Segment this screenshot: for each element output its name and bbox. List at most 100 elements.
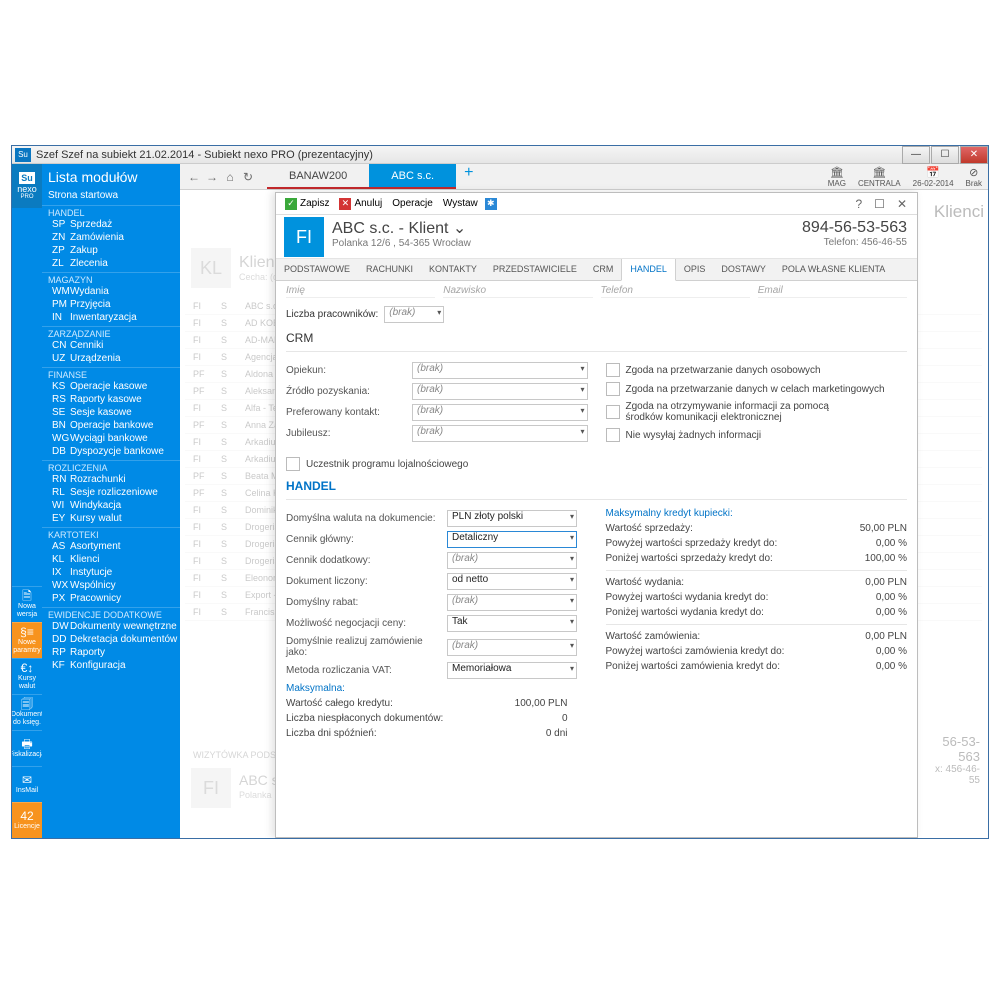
- sidebar-item[interactable]: KSOperacje kasowe: [42, 380, 180, 393]
- sidebar-section: EWIDENCJE DODATKOWE: [42, 607, 180, 620]
- handel-select[interactable]: (brak): [447, 594, 577, 611]
- sidebar-item[interactable]: ASAsortyment: [42, 540, 180, 553]
- header-status-mag[interactable]: 🏛MAG: [828, 166, 846, 188]
- sidebar-item[interactable]: WIWindykacja: [42, 499, 180, 512]
- editor-tab-crm[interactable]: CRM: [585, 259, 622, 280]
- cancel-button[interactable]: ✕Anuluj: [336, 198, 385, 210]
- close-button[interactable]: ✕: [960, 146, 988, 164]
- first-name-input[interactable]: Imię: [286, 284, 435, 298]
- editor-tab-rachunki[interactable]: RACHUNKI: [358, 259, 421, 280]
- maximize-icon[interactable]: ☐: [870, 197, 889, 211]
- sidebar-item[interactable]: KFKonfiguracja: [42, 659, 180, 672]
- tab-banaw[interactable]: BANAW200: [267, 164, 369, 189]
- sidebar-item[interactable]: WMWydania: [42, 285, 180, 298]
- sidebar-item[interactable]: RLSesje rozliczeniowe: [42, 486, 180, 499]
- editor-panel: ✓Zapisz ✕Anuluj Operacje Wystaw ✱ ? ☐ ✕ …: [275, 192, 918, 838]
- sidebar-item[interactable]: RPRaporty: [42, 646, 180, 659]
- main-area: ← → ⌂ ↻ BANAW200 ABC s.c. + 🏛MAG 🏛CENTRAL…: [180, 164, 988, 838]
- sidebar-item[interactable]: IXInstytucje: [42, 566, 180, 579]
- nav-back[interactable]: ←: [185, 170, 203, 184]
- app-window: Su Szef Szef na subiekt 21.02.2014 - Sub…: [11, 145, 989, 839]
- rail-item[interactable]: 🗎Nowawersja: [12, 586, 42, 622]
- nav-forward[interactable]: →: [203, 170, 221, 184]
- nav-home[interactable]: ⌂: [221, 170, 239, 184]
- sidebar-item[interactable]: UZUrządzenia: [42, 352, 180, 365]
- sidebar-section: HANDEL: [42, 205, 180, 218]
- editor-tab-pola własne klienta[interactable]: POLA WŁASNE KLIENTA: [774, 259, 893, 280]
- sidebar-title: Lista modułów: [42, 166, 180, 188]
- sidebar-item[interactable]: RSRaporty kasowe: [42, 393, 180, 406]
- consent-checkbox[interactable]: [606, 382, 620, 396]
- handel-select[interactable]: od netto: [447, 573, 577, 590]
- sidebar-start[interactable]: Strona startowa: [42, 188, 180, 203]
- sidebar-item[interactable]: BNOperacje bankowe: [42, 419, 180, 432]
- consent-checkbox[interactable]: [606, 428, 620, 442]
- sidebar-item[interactable]: CNCenniki: [42, 339, 180, 352]
- phone-input[interactable]: Telefon: [601, 284, 750, 298]
- sidebar-item[interactable]: DDDekretacja dokumentów: [42, 633, 180, 646]
- close-icon[interactable]: ✕: [893, 197, 911, 211]
- sidebar-item[interactable]: PMPrzyjęcia: [42, 298, 180, 311]
- sidebar-item[interactable]: RNRozrachunki: [42, 473, 180, 486]
- crm-select[interactable]: (brak): [412, 404, 588, 421]
- sidebar-item[interactable]: DBDyspozycje bankowe: [42, 445, 180, 458]
- sidebar-item[interactable]: EYKursy walut: [42, 512, 180, 525]
- rail-item[interactable]: 🖶Fiskalizacja: [12, 730, 42, 766]
- employees-select[interactable]: (brak): [384, 306, 444, 323]
- header-status-26-02-2014[interactable]: 📅26-02-2014: [913, 166, 954, 188]
- maximize-button[interactable]: ☐: [931, 146, 959, 164]
- handel-select[interactable]: Tak: [447, 615, 577, 632]
- handel-select[interactable]: PLN złoty polski: [447, 510, 577, 527]
- editor-tab-kontakty[interactable]: KONTAKTY: [421, 259, 485, 280]
- sidebar-item[interactable]: WGWyciągi bankowe: [42, 432, 180, 445]
- crm-select[interactable]: (brak): [412, 425, 588, 442]
- editor-tab-dostawy[interactable]: DOSTAWY: [713, 259, 774, 280]
- crm-select[interactable]: (brak): [412, 362, 588, 379]
- rail-item[interactable]: €↕Kursywalut: [12, 658, 42, 694]
- handel-select[interactable]: (brak): [447, 639, 577, 656]
- handel-select[interactable]: (brak): [447, 552, 577, 569]
- handel-select[interactable]: Memoriałowa: [447, 662, 577, 679]
- sidebar: Lista modułów Strona startowa HANDELSPSp…: [42, 164, 180, 838]
- editor-tab-handel[interactable]: HANDEL: [621, 259, 676, 281]
- rail-item[interactable]: §≡Noweparamtry: [12, 622, 42, 658]
- loyalty-checkbox[interactable]: [286, 457, 300, 471]
- issue-button[interactable]: Wystaw: [440, 198, 481, 209]
- logo: Su nexo PRO: [12, 164, 42, 208]
- minimize-button[interactable]: —: [902, 146, 930, 164]
- crm-select[interactable]: (brak): [412, 383, 588, 400]
- sidebar-item[interactable]: WXWspólnicy: [42, 579, 180, 592]
- sidebar-item[interactable]: SPSprzedaż: [42, 218, 180, 231]
- editor-tab-podstawowe[interactable]: PODSTAWOWE: [276, 259, 358, 280]
- save-button[interactable]: ✓Zapisz: [282, 198, 332, 210]
- help-icon[interactable]: ?: [851, 197, 866, 211]
- rail-item[interactable]: 42Licencje: [12, 802, 42, 838]
- sidebar-item[interactable]: ZPZakup: [42, 244, 180, 257]
- consent-checkbox[interactable]: [606, 363, 620, 377]
- email-input[interactable]: Email: [758, 284, 907, 298]
- tab-add[interactable]: +: [456, 164, 481, 189]
- consent-checkbox[interactable]: [606, 405, 620, 419]
- editor-tab-przedstawiciele[interactable]: PRZEDSTAWICIELE: [485, 259, 585, 280]
- client-title[interactable]: ABC s.c. - Klient ⌄: [332, 218, 792, 238]
- sidebar-item[interactable]: KLKlienci: [42, 553, 180, 566]
- rail-item[interactable]: 🗐Dokumentdo księg.: [12, 694, 42, 730]
- sidebar-item[interactable]: ZNZamówienia: [42, 231, 180, 244]
- editor-tab-opis[interactable]: OPIS: [676, 259, 714, 280]
- operations-button[interactable]: Operacje: [389, 198, 436, 209]
- header-status-brak[interactable]: ⊘Brak: [966, 166, 982, 188]
- sidebar-item[interactable]: ZLZlecenia: [42, 257, 180, 270]
- tab-abc[interactable]: ABC s.c.: [369, 164, 456, 189]
- nav-refresh[interactable]: ↻: [239, 170, 257, 184]
- rail-item[interactable]: ✉InsMail: [12, 766, 42, 802]
- client-address: Polanka 12/6 , 54-365 Wrocław: [332, 238, 792, 249]
- sidebar-item[interactable]: INInwentaryzacja: [42, 311, 180, 324]
- last-name-input[interactable]: Nazwisko: [443, 284, 592, 298]
- sidebar-item[interactable]: DWDokumenty wewnętrzne: [42, 620, 180, 633]
- sidebar-item[interactable]: SESesje kasowe: [42, 406, 180, 419]
- handel-select[interactable]: Detaliczny: [447, 531, 577, 548]
- client-phone: Telefon: 456-46-55: [802, 237, 907, 248]
- header-status-centrala[interactable]: 🏛CENTRALA: [858, 166, 901, 188]
- gear-icon[interactable]: ✱: [485, 198, 497, 210]
- sidebar-item[interactable]: PXPracownicy: [42, 592, 180, 605]
